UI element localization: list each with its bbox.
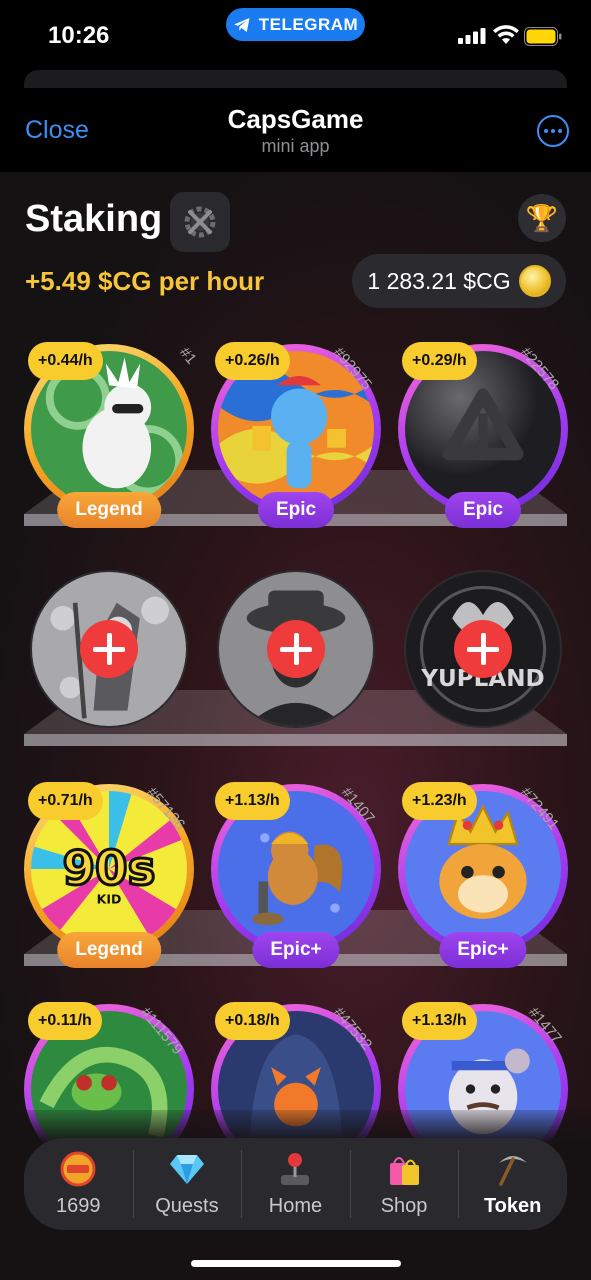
balance-value: 1 283.21 $CG	[367, 267, 511, 294]
nav-item-token[interactable]: Token	[458, 1138, 567, 1230]
status-bar: 10:26 TELEGRAM	[0, 0, 591, 70]
telegram-pill[interactable]: TELEGRAM	[226, 8, 365, 41]
rarity-badge: Epic	[257, 492, 335, 528]
empty-slot[interactable]	[217, 570, 375, 728]
nav-item-shop[interactable]: Shop	[349, 1138, 459, 1230]
nft-card[interactable]: 90s KID +0.71/h #57136 Legend	[24, 782, 194, 968]
earn-rate-badge: +0.26/h	[215, 342, 290, 380]
cellular-signal-icon	[458, 28, 486, 44]
joystick-icon	[277, 1151, 313, 1187]
shopping-bags-icon	[386, 1151, 422, 1187]
status-time: 10:26	[48, 22, 110, 49]
earn-rate-badge: +0.11/h	[28, 1002, 102, 1040]
tools-settings-button[interactable]	[170, 192, 230, 252]
rarity-badge: Legend	[57, 932, 161, 968]
earn-rate-badge: +0.18/h	[215, 1002, 290, 1040]
pickaxe-icon	[495, 1151, 531, 1187]
earn-rate-badge: +1.13/h	[215, 782, 290, 820]
trophy-button[interactable]: 🏆	[518, 194, 566, 242]
nav-label: Token	[483, 1194, 542, 1217]
nav-item-balance[interactable]: 1699	[24, 1138, 133, 1230]
earn-rate-badge: +0.44/h	[28, 342, 103, 380]
diamond-icon	[169, 1151, 205, 1187]
rarity-badge: Epic+	[252, 932, 340, 968]
battery-icon	[524, 27, 562, 46]
balance-pill[interactable]: 1 283.21 $CG	[352, 254, 566, 308]
add-nft-button[interactable]	[267, 620, 325, 678]
nav-item-quests[interactable]: Quests	[132, 1138, 242, 1230]
nft-id: #1	[176, 344, 201, 368]
nav-label: 1699	[56, 1194, 101, 1217]
rarity-badge: Legend	[57, 492, 161, 528]
sheet-grabber	[24, 70, 567, 88]
cg-coin-icon	[518, 265, 551, 297]
more-options-icon[interactable]	[537, 115, 569, 147]
earn-rate-badge: +0.29/h	[402, 342, 477, 380]
home-indicator	[191, 1260, 401, 1267]
nineties-text: 90s	[63, 843, 156, 897]
wifi-icon	[493, 25, 519, 44]
staking-rate: +5.49 $CG per hour	[25, 266, 265, 296]
telegram-plane-icon	[233, 17, 250, 32]
page-title: Staking	[25, 198, 163, 240]
nav-label: Quests	[155, 1194, 219, 1217]
add-nft-button[interactable]	[454, 620, 512, 678]
nav-item-home[interactable]: Home	[241, 1138, 350, 1230]
earn-rate-badge: +1.13/h	[402, 1002, 477, 1040]
nft-card[interactable]: +1.13/h #1407 Epic+	[211, 782, 381, 968]
gear-tools-icon	[184, 206, 216, 238]
trophy-icon: 🏆	[525, 202, 559, 233]
nft-card[interactable]: +0.26/h #92975 Epic	[211, 342, 381, 528]
earn-rate-badge: +1.23/h	[402, 782, 477, 820]
telegram-pill-label: TELEGRAM	[258, 14, 359, 34]
nft-card[interactable]: +1.23/h #72491 Epic+	[398, 782, 568, 968]
bottom-navigation: 1699 Quests Home Shop Token	[24, 1138, 567, 1230]
nav-label: Home	[268, 1194, 323, 1217]
capsgame-logo-icon	[60, 1151, 96, 1187]
rarity-badge: Epic	[444, 492, 522, 528]
app-title: CapsGame	[227, 104, 364, 134]
add-nft-button[interactable]	[80, 620, 138, 678]
nft-card[interactable]: +0.29/h #22578 Epic	[398, 342, 568, 528]
earn-rate-badge: +0.71/h	[28, 782, 103, 820]
empty-slot[interactable]: YUPLAND	[404, 570, 562, 728]
empty-slot[interactable]	[30, 570, 188, 728]
rarity-badge: Epic+	[439, 932, 527, 968]
kid-text: KID	[97, 891, 122, 906]
nft-card[interactable]: +0.44/h #1 Legend	[24, 342, 200, 528]
app-subtitle: mini app	[261, 136, 330, 156]
mini-app-header: Close CapsGame mini app	[0, 88, 591, 172]
nav-label: Shop	[380, 1194, 428, 1217]
